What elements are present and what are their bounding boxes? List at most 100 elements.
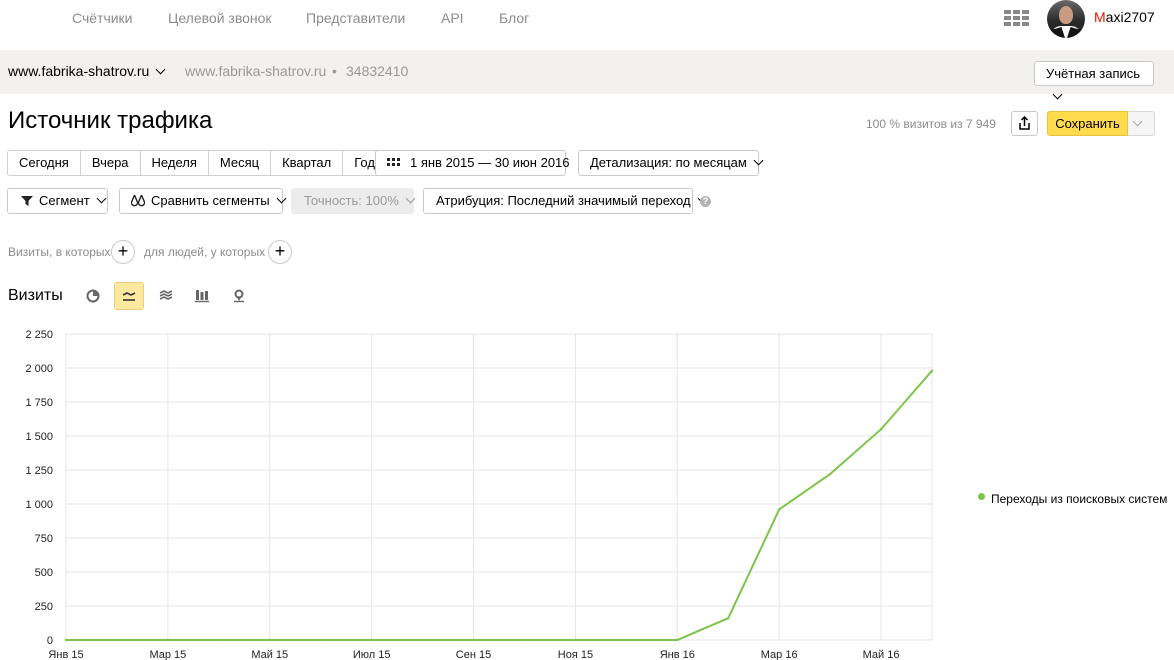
nav-counters-link[interactable]: Счётчики bbox=[72, 10, 133, 26]
data-point bbox=[217, 638, 221, 642]
save-options-button[interactable] bbox=[1128, 111, 1155, 136]
save-button[interactable]: Сохранить bbox=[1047, 111, 1128, 136]
site-url: www.fabrika-shatrov.ru bbox=[185, 63, 327, 79]
segment-label: Сегмент bbox=[39, 193, 90, 208]
counter-id: 34832410 bbox=[346, 63, 409, 79]
area-chart-icon bbox=[159, 290, 173, 300]
attribution-dropdown[interactable]: Атрибуция: Последний значимый переход bbox=[423, 188, 708, 214]
detail-dropdown[interactable]: Детализация: по месяцам bbox=[578, 150, 764, 176]
filter-icon bbox=[21, 196, 33, 206]
x-tick-label: Мар 15 bbox=[149, 649, 186, 660]
data-point bbox=[370, 638, 373, 642]
pie-chart-icon bbox=[86, 289, 100, 303]
x-tick-label: Янв 15 bbox=[48, 649, 83, 660]
separator-dot: • bbox=[332, 63, 337, 79]
chevron-down-icon bbox=[405, 193, 416, 204]
data-point bbox=[268, 638, 271, 642]
y-tick-label: 500 bbox=[35, 567, 53, 579]
account-button-label: Учётная запись bbox=[1046, 66, 1141, 81]
data-point bbox=[523, 638, 526, 642]
data-point bbox=[421, 638, 424, 642]
x-tick-label: Сен 15 bbox=[456, 649, 491, 660]
data-point bbox=[625, 638, 628, 642]
period-week[interactable]: Неделя bbox=[141, 151, 209, 175]
y-tick-label: 1 250 bbox=[25, 465, 53, 477]
x-tick-label: Май 16 bbox=[863, 649, 900, 660]
detail-label: Детализация: по месяцам bbox=[590, 155, 747, 170]
data-point bbox=[472, 638, 475, 642]
chevron-down-icon bbox=[96, 193, 107, 204]
bar-chart-button[interactable] bbox=[187, 282, 217, 310]
data-point bbox=[319, 638, 322, 642]
share-icon bbox=[1019, 115, 1030, 130]
date-range-label: 1 янв 2015 — 30 июн 2016 bbox=[410, 155, 570, 170]
add-visit-condition-button[interactable]: + bbox=[111, 240, 135, 264]
data-point bbox=[727, 617, 730, 620]
x-tick-label: Ноя 15 bbox=[558, 649, 593, 660]
segment-button[interactable]: Сегмент bbox=[7, 188, 108, 214]
username-first-letter: M bbox=[1094, 9, 1106, 25]
data-point bbox=[879, 428, 883, 431]
y-tick-label: 250 bbox=[35, 601, 53, 613]
compare-label: Сравнить сегменты bbox=[151, 193, 270, 208]
people-where-label: для людей, у которых bbox=[144, 245, 266, 259]
account-button[interactable]: Учётная запись bbox=[1034, 61, 1154, 100]
y-tick-label: 1 000 bbox=[25, 499, 53, 511]
period-selector: Сегодня Вчера Неделя Месяц Квартал Год bbox=[7, 150, 387, 176]
data-point bbox=[930, 369, 934, 372]
visits-where-label: Визиты, в которых bbox=[8, 245, 111, 259]
nav-api-link[interactable]: API bbox=[441, 10, 464, 26]
visits-chart: 2 250 2 000 1 750 1 500 1 250 1 000 750 500 250 0… bbox=[25, 329, 934, 660]
chevron-down-icon bbox=[1052, 89, 1063, 100]
bar-chart-icon bbox=[195, 290, 209, 303]
export-button[interactable] bbox=[1011, 111, 1038, 136]
map-chart-button[interactable] bbox=[224, 282, 254, 310]
avatar[interactable] bbox=[1047, 0, 1085, 38]
site-selector[interactable]: www.fabrika-shatrov.ru bbox=[8, 63, 166, 79]
data-point bbox=[115, 638, 119, 642]
compare-icon bbox=[131, 195, 145, 207]
y-tick-label: 0 bbox=[47, 635, 53, 647]
nav-blog-link[interactable]: Блог bbox=[499, 10, 529, 26]
accuracy-dropdown[interactable]: Точность: 100% bbox=[291, 188, 416, 214]
compare-segments-button[interactable]: Сравнить сегменты bbox=[119, 188, 287, 214]
y-tick-label: 2 250 bbox=[25, 329, 53, 341]
page-title: Источник трафика bbox=[8, 107, 213, 134]
chevron-down-icon bbox=[1132, 116, 1143, 127]
line-chart-button[interactable] bbox=[114, 282, 144, 310]
metric-label: Визиты bbox=[8, 287, 63, 304]
y-tick-label: 1 500 bbox=[25, 431, 53, 443]
data-point bbox=[828, 472, 832, 476]
area-chart-button[interactable] bbox=[151, 282, 181, 310]
x-tick-label: Июл 15 bbox=[353, 649, 391, 660]
calendar-icon bbox=[387, 158, 400, 166]
data-point bbox=[166, 638, 170, 642]
accuracy-label: Точность: 100% bbox=[304, 193, 399, 208]
help-icon[interactable]: ? bbox=[700, 196, 711, 207]
x-tick-label: Янв 16 bbox=[660, 649, 695, 660]
attribution-label: Атрибуция: Последний значимый переход bbox=[436, 193, 691, 208]
add-people-condition-button[interactable]: + bbox=[268, 240, 292, 264]
map-icon bbox=[234, 289, 244, 303]
nav-representatives-link[interactable]: Представители bbox=[306, 10, 405, 26]
services-grid-icon[interactable] bbox=[1004, 10, 1030, 26]
date-range-button[interactable]: 1 янв 2015 — 30 июн 2016 bbox=[375, 150, 570, 176]
data-point bbox=[64, 638, 68, 642]
visits-share: 100 % визитов из 7 949 bbox=[866, 117, 996, 131]
site-bar bbox=[0, 50, 1174, 94]
nav-target-call-link[interactable]: Целевой звонок bbox=[168, 10, 272, 26]
period-yesterday[interactable]: Вчера bbox=[81, 151, 141, 175]
period-month[interactable]: Месяц bbox=[209, 151, 272, 175]
site-selector-label: www.fabrika-shatrov.ru bbox=[8, 63, 150, 79]
x-tick-label: Май 15 bbox=[251, 649, 288, 660]
username-rest: axi2707 bbox=[1105, 9, 1155, 25]
period-today[interactable]: Сегодня bbox=[8, 151, 81, 175]
line-chart-icon bbox=[122, 292, 136, 301]
plot-area bbox=[65, 333, 933, 641]
chevron-down-icon bbox=[155, 64, 166, 75]
legend-label[interactable]: Переходы из поисковых систем bbox=[991, 492, 1167, 506]
pie-chart-button[interactable] bbox=[78, 282, 108, 310]
period-quarter[interactable]: Квартал bbox=[271, 151, 344, 175]
username[interactable]: Maxi2707 bbox=[1094, 9, 1155, 25]
y-tick-label: 1 750 bbox=[25, 397, 53, 409]
